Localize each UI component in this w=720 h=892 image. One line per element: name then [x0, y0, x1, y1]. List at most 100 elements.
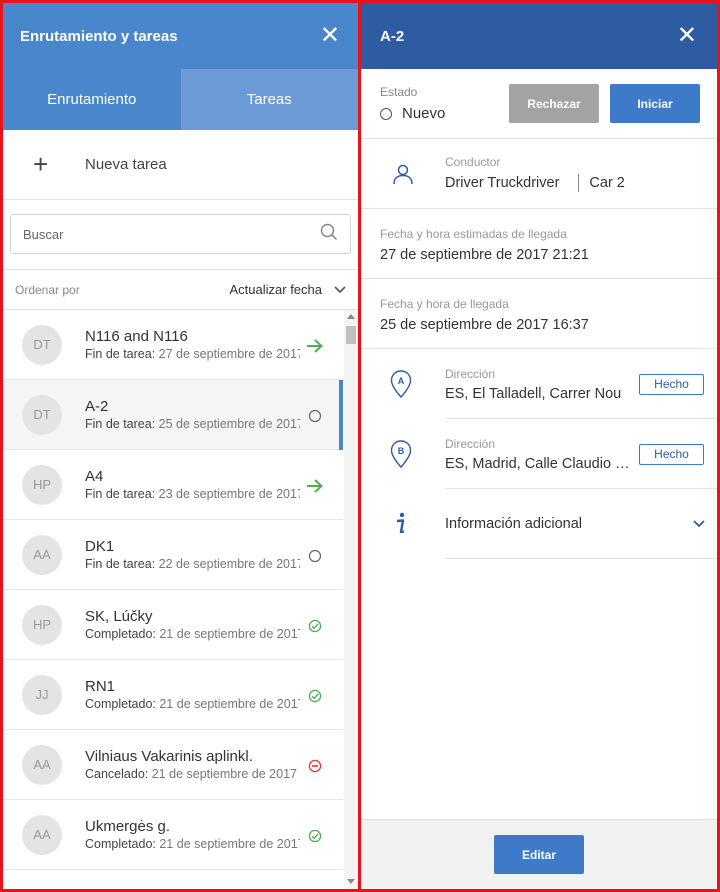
task-date: 21 de septiembre de 2017 — [159, 837, 300, 851]
avatar: JJ — [22, 674, 62, 715]
task-name: Ukmergės g. — [85, 818, 171, 835]
reject-button[interactable]: Rechazar — [509, 84, 599, 123]
avatar: HP — [22, 464, 62, 505]
task-name: Vilniaus Vakarinis aplinkl. — [85, 748, 253, 765]
task-date: 23 de septiembre de 2017 — [158, 487, 300, 501]
task-date-label: Completado: — [85, 697, 156, 711]
address-info: Dirección ES, Madrid, Calle Claudio M... — [445, 437, 639, 472]
radio-circle-icon — [380, 107, 392, 120]
check-circle-icon — [306, 827, 324, 845]
search-section — [3, 200, 358, 270]
panel-title: Enrutamiento y tareas — [20, 27, 178, 45]
task-row[interactable]: HP SK, Lúčky Completado: 21 de septiembre … — [3, 590, 343, 660]
avatar: DT — [22, 394, 62, 435]
scroll-thumb[interactable] — [346, 326, 356, 344]
task-name: N116 and N116 — [85, 328, 188, 345]
task-row[interactable]: DT N116 and N116 Fin de tarea: 27 de septi… — [3, 310, 343, 380]
task-row[interactable]: AA Ukmergės g. Completado: 21 de septiembr… — [3, 800, 343, 870]
eta-label: Fecha y hora estimadas de llegada — [380, 227, 567, 241]
edit-button[interactable]: Editar — [494, 835, 584, 874]
new-task-button[interactable]: + Nueva tarea — [3, 130, 358, 200]
task-text: Vilniaus Vakarinis aplinkl. Cancelado: 21… — [85, 748, 300, 781]
minus-circle-icon — [306, 757, 324, 775]
scroll-up-icon[interactable] — [347, 314, 355, 319]
task-date-label: Fin de tarea: — [85, 347, 156, 361]
routing-tasks-panel: Enrutamiento y tareas ✕ Enrutamiento Tar… — [3, 3, 358, 889]
state-label: Estado — [380, 85, 418, 99]
task-list-area: DT N116 and N116 Fin de tarea: 27 de septi… — [3, 310, 358, 889]
scrollbar[interactable] — [344, 310, 358, 889]
panel-divider — [358, 0, 361, 892]
task-row[interactable]: AA DK1 Fin de tarea: 22 de septiembre de 2… — [3, 520, 343, 590]
task-row[interactable]: JJ RN1 Completado: 21 de septiembre de 201… — [3, 660, 343, 730]
address-value: ES, Madrid, Calle Claudio M... — [445, 455, 639, 472]
address-label: Dirección — [445, 366, 496, 381]
state-row: Estado Nuevo Rechazar Iniciar — [361, 69, 717, 139]
state-text: Nuevo — [402, 105, 446, 122]
task-subtitle: Completado: 21 de septiembre de 2017 — [85, 697, 300, 711]
arrow-right-icon — [306, 337, 324, 355]
address-label: Dirección — [445, 436, 496, 451]
task-name: RN1 — [85, 678, 116, 695]
state-info: Estado Nuevo — [380, 85, 509, 122]
task-name: SK, Lúčky — [85, 608, 153, 625]
plus-icon: + — [33, 149, 49, 179]
close-icon[interactable]: ✕ — [320, 24, 340, 48]
done-button-b[interactable]: Hecho — [639, 443, 704, 465]
detail-header: A-2 ✕ — [361, 3, 717, 69]
close-icon[interactable]: ✕ — [677, 24, 697, 48]
check-circle-icon — [306, 687, 324, 705]
separator — [578, 174, 580, 192]
search-box — [10, 214, 351, 254]
task-date-label: Fin de tarea: — [85, 487, 156, 501]
driver-name: Driver Truckdriver — [445, 175, 560, 191]
location-pin-b-icon: B — [361, 440, 445, 468]
search-icon[interactable] — [320, 223, 338, 246]
task-text: SK, Lúčky Completado: 21 de septiembre de… — [85, 608, 300, 641]
task-date: 21 de septiembre de 2017 — [159, 697, 300, 711]
avatar: AA — [22, 744, 62, 785]
done-button-a[interactable]: Hecho — [639, 373, 704, 395]
sort-dropdown[interactable]: Actualizar fecha — [230, 282, 347, 297]
task-subtitle: Fin de tarea: 23 de septiembre de 2017 — [85, 487, 300, 501]
avatar: AA — [22, 534, 62, 575]
task-date: 25 de septiembre de 2017 — [158, 417, 300, 431]
person-icon — [361, 163, 445, 185]
task-subtitle: Fin de tarea: 27 de septiembre de 2017 — [85, 347, 300, 361]
address-value: ES, El Talladell, Carrer Nou — [445, 385, 622, 402]
task-text: N116 and N116 Fin de tarea: 27 de septiem… — [85, 328, 300, 361]
task-list: DT N116 and N116 Fin de tarea: 27 de septi… — [3, 310, 343, 870]
task-date-label: Fin de tarea: — [85, 557, 156, 571]
task-row[interactable]: AA Vilniaus Vakarinis aplinkl. Cancelado: … — [3, 730, 343, 800]
driver-row: Conductor Driver Truckdriver Car 2 — [361, 139, 717, 209]
task-row[interactable]: HP A4 Fin de tarea: 23 de septiembre de 20… — [3, 450, 343, 520]
task-name: A-2 — [85, 398, 109, 415]
tab-routing[interactable]: Enrutamiento — [3, 69, 181, 130]
info-icon — [361, 512, 445, 536]
task-name: A4 — [85, 468, 104, 485]
arrival-value: 25 de septiembre de 2017 16:37 — [380, 317, 589, 333]
start-button[interactable]: Iniciar — [610, 84, 700, 123]
vehicle-name: Car 2 — [589, 175, 625, 191]
task-row[interactable]: DT A-2 Fin de tarea: 25 de septiembre de 2… — [3, 380, 343, 450]
arrival-label: Fecha y hora de llegada — [380, 297, 509, 311]
circle-outline-icon — [306, 407, 324, 425]
task-date: 21 de septiembre de 2017 — [151, 767, 297, 781]
scroll-down-icon[interactable] — [347, 879, 355, 884]
tab-bar: Enrutamiento Tareas — [3, 69, 358, 130]
task-text: Ukmergės g. Completado: 21 de septiembre … — [85, 818, 300, 851]
task-text: A-2 Fin de tarea: 25 de septiembre de 201… — [85, 398, 300, 431]
task-date-label: Fin de tarea: — [85, 417, 156, 431]
svg-text:B: B — [398, 446, 405, 456]
driver-label: Conductor — [445, 155, 501, 169]
chevron-down-icon — [334, 285, 346, 293]
svg-text:A: A — [398, 376, 405, 386]
task-date-label: Cancelado: — [85, 767, 149, 781]
additional-info-toggle[interactable]: Información adicional — [361, 489, 717, 559]
tab-tasks[interactable]: Tareas — [180, 69, 358, 130]
search-input[interactable] — [23, 226, 320, 242]
eta-row: Fecha y hora estimadas de llegada 27 de … — [361, 209, 717, 279]
task-date: 21 de septiembre de 2017 — [159, 627, 300, 641]
detail-footer: Editar — [361, 819, 717, 889]
task-subtitle: Completado: 21 de septiembre de 2017 — [85, 837, 300, 851]
